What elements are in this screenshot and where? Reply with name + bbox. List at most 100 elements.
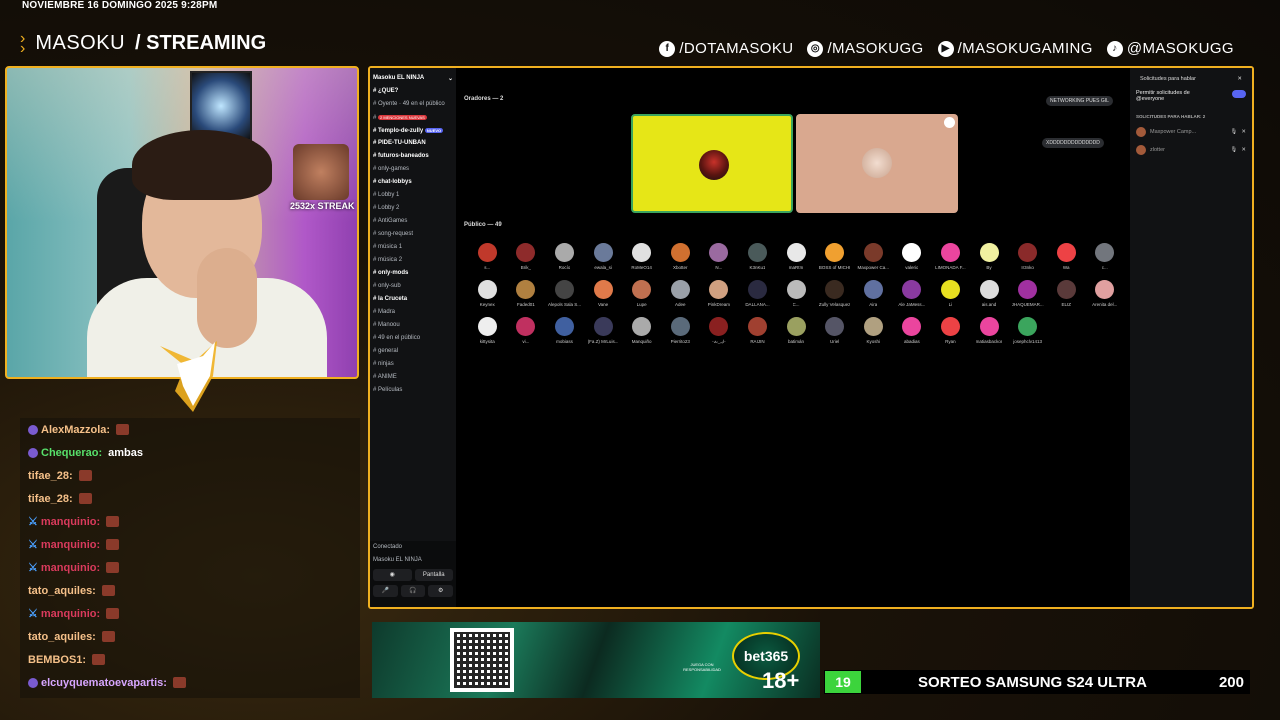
chat-username[interactable]: manquinio: (41, 559, 100, 577)
gear-icon[interactable]: ⚙ (428, 585, 454, 597)
audience-member[interactable]: Wa (1047, 243, 1086, 270)
audience-member[interactable]: Kyoshi (854, 317, 893, 345)
audience-member[interactable]: RoMeO14 (622, 243, 661, 270)
channel-item[interactable]: # AntiGames (370, 215, 456, 228)
audience-member[interactable]: Adee (661, 280, 700, 307)
chat-username[interactable]: manquinio: (41, 605, 100, 623)
chat-username[interactable]: elcuyquematoevapartis: (41, 674, 167, 692)
decline-icon[interactable]: ✕ (1241, 129, 1246, 135)
audience-member[interactable]: c... (1086, 243, 1125, 270)
audience-member[interactable]: JHAQUEMAR... (1008, 280, 1047, 307)
audience-member[interactable]: Keynex (468, 280, 507, 307)
channel-item[interactable]: # ninjas (370, 358, 456, 371)
chat-username[interactable]: manquinio: (41, 536, 100, 554)
channel-item[interactable]: # ¿QUE? (370, 85, 456, 98)
audience-member[interactable]: By (970, 243, 1009, 270)
screen-share-button[interactable]: Pantalla (414, 569, 453, 581)
decline-icon[interactable]: ✕ (1241, 147, 1246, 153)
audience-member[interactable]: Ale JaMess... (893, 280, 932, 307)
audience-member[interactable]: Zully Velasquez (815, 280, 854, 307)
audience-member[interactable]: Li (931, 280, 970, 307)
audience-member[interactable]: BOSS of MICHI (815, 243, 854, 270)
channel-item[interactable]: # ANIME (370, 371, 456, 384)
server-header[interactable]: Masoku EL NINJA ⌄ (370, 68, 456, 85)
accept-mic-icon[interactable]: 🎙 (1230, 147, 1237, 153)
audience-member[interactable]: kittysita (468, 317, 507, 345)
audience-member[interactable]: s... (468, 243, 507, 270)
channel-item[interactable]: # la Cruceta (370, 293, 456, 306)
chat-username[interactable]: tifae_28: (28, 490, 73, 508)
audience-member[interactable]: Ryan (931, 317, 970, 345)
audience-member[interactable]: DALLANA... (738, 280, 777, 307)
audience-member[interactable]: josephclv1413 (1008, 317, 1047, 345)
audience-member[interactable]: Aira (854, 280, 893, 307)
audience-member[interactable]: N... (700, 243, 739, 270)
audience-member[interactable]: Lupe (622, 280, 661, 307)
close-icon[interactable]: ✕ (1237, 76, 1242, 82)
channel-item[interactable]: # Manoou (370, 319, 456, 332)
channel-item[interactable]: # 49 en el público (370, 332, 456, 345)
audience-member[interactable]: RAIJIN (738, 317, 777, 345)
streak-counter: 2532x STREAK (290, 201, 355, 211)
channel-item[interactable]: # música 1 (370, 241, 456, 254)
audience-member[interactable]: -ایـ_ٹ- (700, 317, 739, 345)
audience-member[interactable]: Alepols Sala S... (545, 280, 584, 307)
channel-item[interactable]: # Madra (370, 306, 456, 319)
channel-item[interactable]: # futuros-baneados (370, 150, 456, 163)
audience-member[interactable]: Pierrito23 (661, 317, 700, 345)
audience-member[interactable]: ewala_si (584, 243, 623, 270)
audience-member[interactable]: maRt!n (777, 243, 816, 270)
chat-username[interactable]: tifae_28: (28, 467, 73, 485)
audience-member[interactable]: Vane (584, 280, 623, 307)
chat-username[interactable]: BEMBOS1: (28, 651, 86, 669)
channel-item[interactable]: # general (370, 345, 456, 358)
chat-username[interactable]: tato_aquiles: (28, 628, 96, 646)
audience-member[interactable]: abadias (893, 317, 932, 345)
channel-item[interactable]: # only-sub (370, 280, 456, 293)
channel-item[interactable]: # Lobby 2 (370, 202, 456, 215)
chat-username[interactable]: AlexMazzola: (41, 421, 110, 439)
audience-member[interactable]: (Fa.Z) MrLuis... (584, 317, 623, 345)
audience-member[interactable]: Manquiño (622, 317, 661, 345)
audience-member[interactable]: Rocío (545, 243, 584, 270)
channel-item[interactable]: # PIDE-TU-UNBAN (370, 137, 456, 150)
audience-member[interactable]: matiasbackor (970, 317, 1009, 345)
audience-member[interactable]: C... (777, 280, 816, 307)
channel-item[interactable]: # 2 MENCIONES NUEVAS (370, 111, 456, 124)
channel-item[interactable]: # chat-lobbys (370, 176, 456, 189)
audience-member[interactable]: mobiass (545, 317, 584, 345)
audience-member[interactable]: K3nKu1 (738, 243, 777, 270)
channel-item[interactable]: # Templo-de-zully NUEVO (370, 124, 456, 137)
audience-member[interactable]: Xbotter (661, 243, 700, 270)
audience-member[interactable]: vi... (507, 317, 546, 345)
chat-username[interactable]: tato_aquiles: (28, 582, 96, 600)
chat-username[interactable]: manquinio: (41, 513, 100, 531)
accept-mic-icon[interactable]: 🎙 (1230, 129, 1237, 135)
channel-item[interactable]: # Lobby 1 (370, 189, 456, 202)
speaker-tile[interactable] (631, 114, 793, 213)
channel-item[interactable]: # only-games (370, 163, 456, 176)
audience-member[interactable]: valerio (893, 243, 932, 270)
audience-member[interactable]: PinkDream (700, 280, 739, 307)
audience-member[interactable]: ais.and (970, 280, 1009, 307)
channel-item[interactable]: # música 2 (370, 254, 456, 267)
headphones-icon[interactable]: 🎧 (400, 585, 426, 597)
audience-member[interactable]: Maxpower Ca... (854, 243, 893, 270)
audience-member[interactable]: Brik_ (507, 243, 546, 270)
channel-item[interactable]: # Películas (370, 384, 456, 397)
audience-member[interactable]: ELIZ (1047, 280, 1086, 307)
audience-member[interactable]: Faded01 (507, 280, 546, 307)
audience-member[interactable]: batimán (777, 317, 816, 345)
mic-icon[interactable]: 🎤 (373, 585, 398, 597)
audience-member[interactable]: LIMONADA F... (931, 243, 970, 270)
audience-member[interactable]: Uriel (815, 317, 854, 345)
chat-username[interactable]: Chequerao: (41, 444, 102, 462)
audience-member[interactable]: Arenita del... (1086, 280, 1125, 307)
allow-requests-toggle[interactable] (1232, 90, 1246, 98)
channel-item[interactable]: # Oyente · 49 en el público (370, 98, 456, 111)
audience-member[interactable]: Ir3nko (1008, 243, 1047, 270)
channel-item[interactable]: # only-mods (370, 267, 456, 280)
camera-button[interactable]: ◉ (373, 569, 412, 581)
channel-item[interactable]: # song-request (370, 228, 456, 241)
speaker-tile[interactable] (796, 114, 958, 213)
